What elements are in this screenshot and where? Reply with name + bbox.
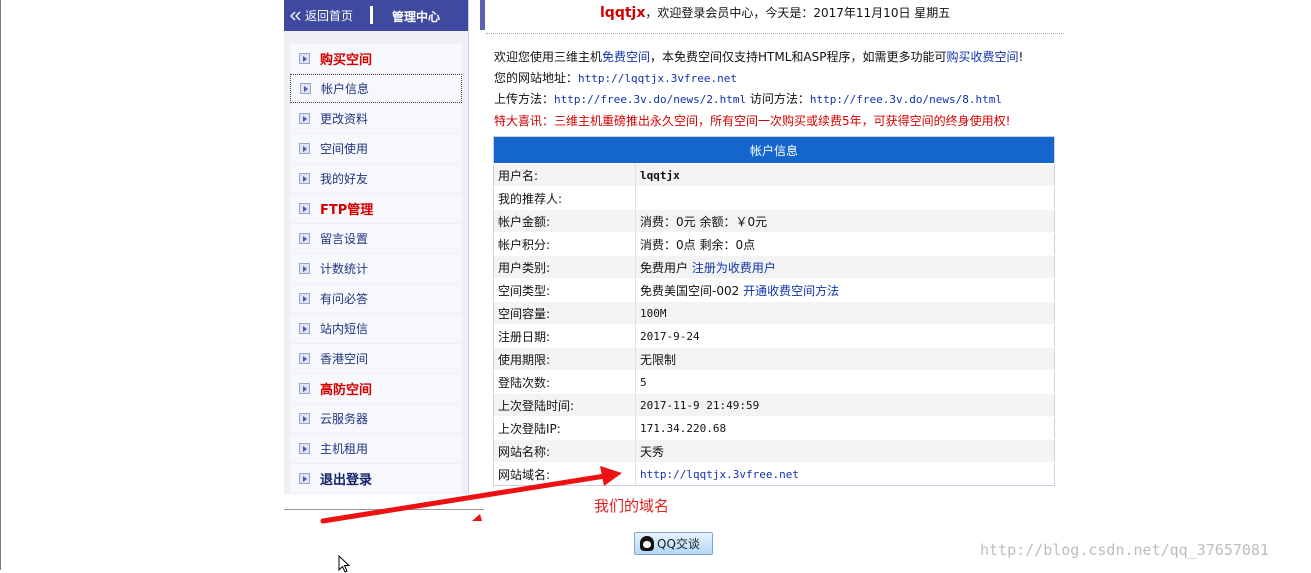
red-arrowhead-small: [472, 514, 482, 521]
annotation-label: 我们的域名: [594, 497, 670, 515]
annotation-arrows: [320, 466, 622, 524]
mouse-cursor-icon: [338, 555, 351, 573]
qq-chat-label: QQ交谈: [657, 537, 700, 551]
qq-penguin-icon: [640, 536, 654, 551]
red-arrow-to-domain: [320, 466, 622, 524]
watermark: http://blog.csdn.net/qq_37657081: [980, 541, 1269, 559]
qq-chat-button[interactable]: QQ交谈: [634, 532, 713, 555]
